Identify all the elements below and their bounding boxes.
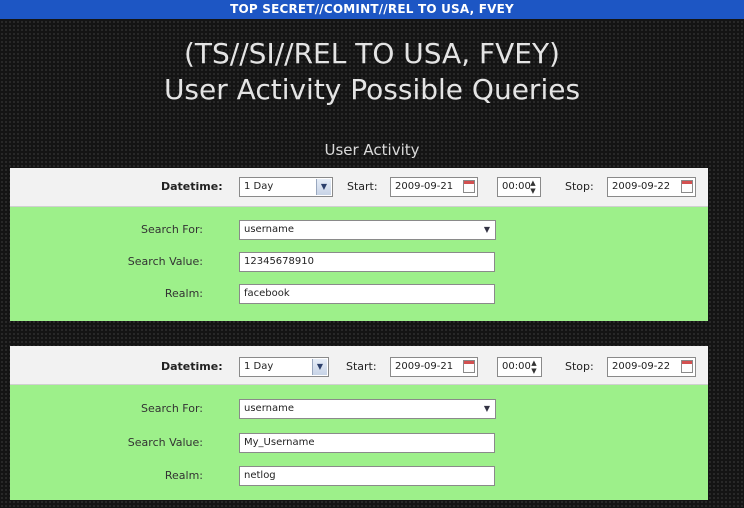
stop-label: Stop: xyxy=(565,180,594,193)
query-panel-1: Datetime: 1 Day ▼ Start: 2009-09-21 00:0… xyxy=(10,168,708,321)
search-for-label: Search For: xyxy=(141,223,203,236)
time-stepper[interactable]: 00:00 ▲ ▼ xyxy=(497,357,542,377)
chevron-down-icon[interactable]: ▼ xyxy=(481,223,493,237)
query-panel-2: Datetime: 1 Day ▼ Start: 2009-09-21 00:0… xyxy=(10,346,708,500)
start-date-value: 2009-09-21 xyxy=(395,361,454,372)
realm-text: netlog xyxy=(244,470,276,481)
calendar-icon[interactable] xyxy=(681,180,693,193)
realm-text: facebook xyxy=(244,288,290,299)
title-heading: User Activity Possible Queries xyxy=(163,73,581,106)
search-form: Search For: username ▼ Search Value: 123… xyxy=(10,207,708,321)
start-label: Start: xyxy=(347,180,378,193)
datetime-label: Datetime: xyxy=(161,360,223,373)
datetime-row: Datetime: 1 Day ▼ Start: 2009-09-21 00:0… xyxy=(10,168,708,207)
start-date-field[interactable]: 2009-09-21 xyxy=(390,357,478,377)
duration-select[interactable]: 1 Day ▼ xyxy=(239,357,329,377)
realm-input[interactable]: facebook xyxy=(239,284,495,304)
calendar-icon[interactable] xyxy=(463,360,475,373)
search-value-text: My_Username xyxy=(244,437,315,448)
duration-select[interactable]: 1 Day ▼ xyxy=(239,177,333,197)
calendar-icon[interactable] xyxy=(681,360,693,373)
stop-date-value: 2009-09-22 xyxy=(612,361,671,372)
datetime-label: Datetime: xyxy=(161,180,223,193)
search-for-label: Search For: xyxy=(141,402,203,415)
search-form: Search For: username ▼ Search Value: My_… xyxy=(10,385,708,500)
time-value: 00:00 xyxy=(502,361,531,372)
start-label: Start: xyxy=(346,360,377,373)
time-stepper[interactable]: 00:00 ▲ ▼ xyxy=(497,177,541,197)
section-title: User Activity xyxy=(324,141,420,159)
page-title: (TS//SI//REL TO USA, FVEY) User Activity… xyxy=(0,36,744,108)
search-value-text: 12345678910 xyxy=(244,256,314,267)
realm-label: Realm: xyxy=(164,469,203,482)
calendar-icon[interactable] xyxy=(463,180,475,193)
datetime-row: Datetime: 1 Day ▼ Start: 2009-09-21 00:0… xyxy=(10,346,708,385)
spinner-icon[interactable]: ▲ ▼ xyxy=(528,179,538,195)
search-for-select[interactable]: username ▼ xyxy=(239,220,496,240)
search-for-value: username xyxy=(244,403,294,414)
time-value: 00:00 xyxy=(502,181,531,192)
start-date-field[interactable]: 2009-09-21 xyxy=(390,177,478,197)
classification-banner: TOP SECRET//COMINT//REL TO USA, FVEY xyxy=(0,0,744,19)
duration-value: 1 Day xyxy=(244,181,274,192)
spinner-icon[interactable]: ▲ ▼ xyxy=(529,359,539,375)
search-value-label: Search Value: xyxy=(127,436,203,449)
search-value-input[interactable]: 12345678910 xyxy=(239,252,495,272)
chevron-down-icon[interactable]: ▼ xyxy=(481,402,493,416)
duration-value: 1 Day xyxy=(244,361,274,372)
start-date-value: 2009-09-21 xyxy=(395,181,454,192)
stop-date-value: 2009-09-22 xyxy=(612,181,671,192)
title-classification: (TS//SI//REL TO USA, FVEY) xyxy=(184,37,560,70)
stop-date-field[interactable]: 2009-09-22 xyxy=(607,177,696,197)
stop-date-field[interactable]: 2009-09-22 xyxy=(607,357,696,377)
search-for-select[interactable]: username ▼ xyxy=(239,399,496,419)
realm-label: Realm: xyxy=(164,287,203,300)
search-value-label: Search Value: xyxy=(127,255,203,268)
chevron-down-icon[interactable]: ▼ xyxy=(316,179,331,195)
realm-input[interactable]: netlog xyxy=(239,466,495,486)
stop-label: Stop: xyxy=(565,360,594,373)
search-value-input[interactable]: My_Username xyxy=(239,433,495,453)
chevron-down-icon[interactable]: ▼ xyxy=(312,359,327,375)
search-for-value: username xyxy=(244,224,294,235)
